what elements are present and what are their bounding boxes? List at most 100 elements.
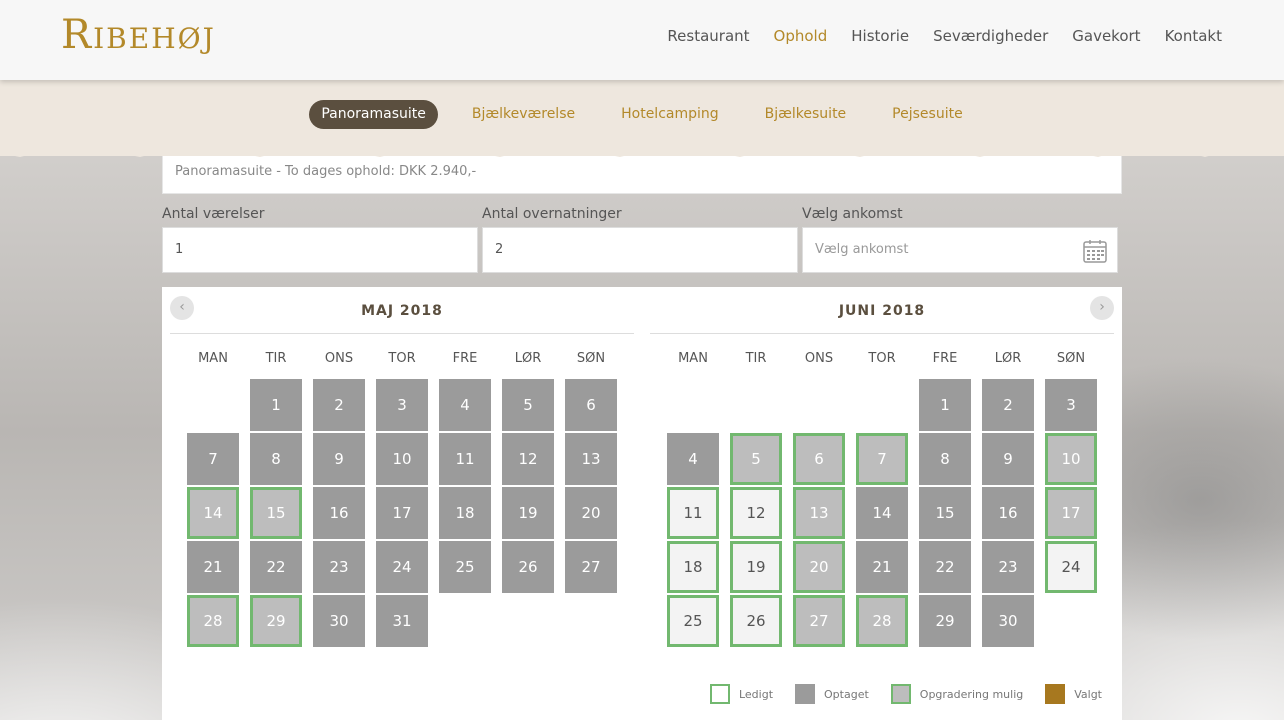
nav-item-restaurant[interactable]: Restaurant xyxy=(667,27,749,45)
calendar-day: 16 xyxy=(313,487,365,539)
calendar-day[interactable]: 20 xyxy=(793,541,845,593)
weekday-header: LØR xyxy=(514,351,542,366)
nav-item-sevaerdigheder[interactable]: Seværdigheder xyxy=(933,27,1048,45)
calendar-day[interactable]: 28 xyxy=(187,595,239,647)
weekday-header: TOR xyxy=(868,351,896,366)
nav-item-historie[interactable]: Historie xyxy=(851,27,909,45)
nav-item-ophold[interactable]: Ophold xyxy=(774,27,828,45)
room-type-nav: Panoramasuite Bjælkeværelse Hotelcamping… xyxy=(0,100,1284,129)
calendar-day: 21 xyxy=(856,541,908,593)
calendar-day[interactable]: 29 xyxy=(250,595,302,647)
month-title: MAJ 2018 xyxy=(361,303,443,319)
calendar-day: 18 xyxy=(439,487,491,539)
main-nav: Restaurant Ophold Historie Seværdigheder… xyxy=(667,27,1222,45)
calendar-day: 24 xyxy=(376,541,428,593)
availability-calendar: ‹ › MAJ 2018 MAN TIR ONS TOR FRE LØR SØN 1 2 3 4 5 6 7… xyxy=(162,287,1122,720)
nights-label: Antal overnatninger xyxy=(482,206,622,222)
calendar-day: 23 xyxy=(313,541,365,593)
calendar-day[interactable]: 14 xyxy=(187,487,239,539)
calendar-day: 17 xyxy=(376,487,428,539)
weekday-header: MAN xyxy=(198,351,228,366)
calendar-day: 23 xyxy=(982,541,1034,593)
calendar-day: 4 xyxy=(667,433,719,485)
brand-logo[interactable]: Ribehøj xyxy=(61,12,216,58)
calendar-day: 22 xyxy=(919,541,971,593)
weekday-header: ONS xyxy=(804,351,834,366)
calendar-day[interactable]: 26 xyxy=(730,595,782,647)
legend-label: Optaget xyxy=(824,687,869,701)
calendar-day: 25 xyxy=(439,541,491,593)
calendar-day[interactable]: 7 xyxy=(856,433,908,485)
room-tab-bjaelkesuite[interactable]: Bjælkesuite xyxy=(753,100,859,129)
calendar-day[interactable]: 10 xyxy=(1045,433,1097,485)
calendar-day[interactable]: 5 xyxy=(730,433,782,485)
torn-paper-edge xyxy=(0,146,1284,157)
divider xyxy=(170,333,634,334)
calendar-day[interactable]: 6 xyxy=(793,433,845,485)
calendar-day[interactable]: 25 xyxy=(667,595,719,647)
nights-input[interactable]: 2 xyxy=(482,227,798,273)
room-tab-panoramasuite[interactable]: Panoramasuite xyxy=(309,100,438,129)
legend-swatch xyxy=(890,684,911,704)
legend-swatch xyxy=(795,684,816,704)
calendar-day: 8 xyxy=(919,433,971,485)
calendar-day: 11 xyxy=(439,433,491,485)
calendar-day: 16 xyxy=(982,487,1034,539)
calendar-day: 12 xyxy=(502,433,554,485)
calendar-day: 15 xyxy=(919,487,971,539)
room-tab-hotelcamping[interactable]: Hotelcamping xyxy=(609,100,731,129)
legend-swatch xyxy=(709,684,730,704)
rooms-input[interactable]: 1 xyxy=(162,227,478,273)
room-tab-pejsesuite[interactable]: Pejsesuite xyxy=(880,100,975,129)
calendar-day[interactable]: 18 xyxy=(667,541,719,593)
room-tab-bjaelkevaerelse[interactable]: Bjælkeværelse xyxy=(460,100,587,129)
weekday-header: MAN xyxy=(678,351,708,366)
calendar-day[interactable]: 11 xyxy=(667,487,719,539)
calendar-day[interactable]: 13 xyxy=(793,487,845,539)
calendar-icon[interactable] xyxy=(1082,238,1108,264)
calendar-day: 20 xyxy=(565,487,617,539)
weekday-header: FRE xyxy=(932,351,958,366)
calendar-day: 27 xyxy=(565,541,617,593)
calendar-day[interactable]: 24 xyxy=(1045,541,1097,593)
calendar-day[interactable]: 28 xyxy=(856,595,908,647)
arrival-field: Vælg ankomst Vælg ankomst xyxy=(802,206,1118,273)
weekday-header: SØN xyxy=(1056,351,1086,366)
calendar-day: 8 xyxy=(250,433,302,485)
arrival-placeholder: Vælg ankomst xyxy=(815,242,909,257)
calendar-day[interactable]: 17 xyxy=(1045,487,1097,539)
calendar-day: 2 xyxy=(313,379,365,431)
weekday-header: FRE xyxy=(452,351,478,366)
legend-item: Ledigt xyxy=(709,684,773,704)
weekday-header: TIR xyxy=(745,351,767,366)
calendar-day: 22 xyxy=(250,541,302,593)
calendar-day[interactable]: 15 xyxy=(250,487,302,539)
calendar-day[interactable]: 27 xyxy=(793,595,845,647)
arrival-input[interactable]: Vælg ankomst xyxy=(802,227,1118,273)
calendar-day: 7 xyxy=(187,433,239,485)
calendar-day: 26 xyxy=(502,541,554,593)
rooms-label: Antal værelser xyxy=(162,206,265,222)
legend-item: Opgradering mulig xyxy=(890,684,1024,704)
legend-label: Valgt xyxy=(1074,687,1102,701)
calendar-day: 3 xyxy=(376,379,428,431)
legend-item: Valgt xyxy=(1045,684,1102,704)
calendar-day[interactable]: 19 xyxy=(730,541,782,593)
legend-label: Opgradering mulig xyxy=(919,687,1024,701)
nav-item-gavekort[interactable]: Gavekort xyxy=(1072,27,1140,45)
calendar-day: 1 xyxy=(250,379,302,431)
calendar-day: 29 xyxy=(919,595,971,647)
legend-item: Optaget xyxy=(795,684,869,704)
calendar-day: 4 xyxy=(439,379,491,431)
calendar-day: 13 xyxy=(565,433,617,485)
weekday-header: SØN xyxy=(576,351,606,366)
calendar-day: 9 xyxy=(313,433,365,485)
nav-item-kontakt[interactable]: Kontakt xyxy=(1165,27,1222,45)
booking-panel: Panoramasuite - To dages ophold: DKK 2.9… xyxy=(162,150,1122,720)
calendar-day: 14 xyxy=(856,487,908,539)
calendar-day[interactable]: 12 xyxy=(730,487,782,539)
site-header: Ribehøj Restaurant Ophold Historie Sevær… xyxy=(0,0,1284,80)
month-title: JUNI 2018 xyxy=(838,303,926,319)
arrival-label: Vælg ankomst xyxy=(802,206,903,222)
weekday-header: ONS xyxy=(324,351,354,366)
